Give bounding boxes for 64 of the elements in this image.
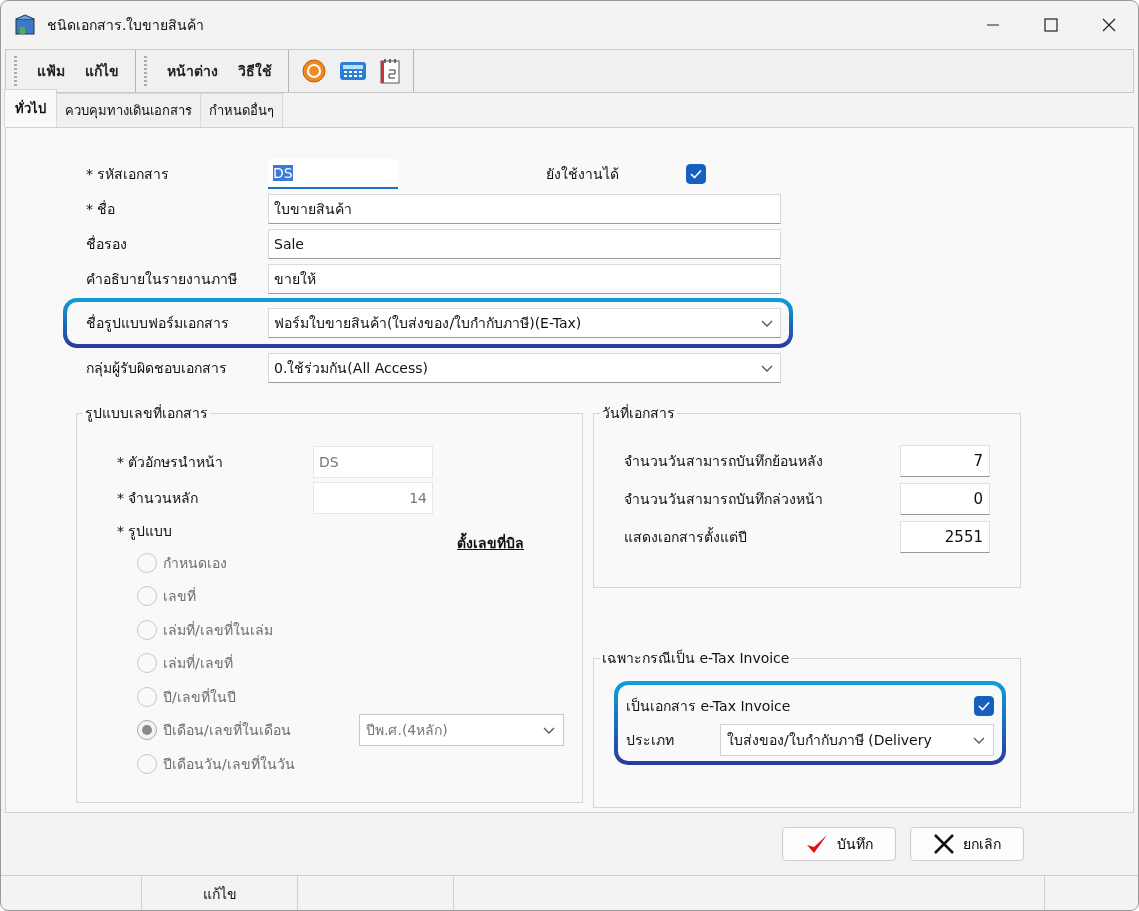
dropdown[interactable]: ใบส่งของ/ใบกำกับภาษี (Delivery [720,724,994,756]
calendar-icon[interactable] [379,58,401,84]
window-title: ชนิดเอกสาร.ใบขายสินค้า [47,16,206,35]
input-field: 14 [313,482,433,514]
field-label: กลุ่มผู้รับผิดชอบเอกสาร [86,358,228,379]
radio-button[interactable] [137,552,157,573]
link[interactable]: ตั้งเลขที่บิล [457,532,524,554]
menu-item[interactable]: แฟ้ม [37,58,65,84]
field-label: * รูปแบบ [117,522,174,542]
status-text: แก้ไข [202,885,237,904]
close-icon [933,833,955,855]
field-label: ชื่อรูปแบบฟอร์มเอกสาร [86,313,230,334]
field-label: เป็นเอกสาร e-Tax Invoice [626,696,791,716]
tab[interactable]: ทั่วไป [4,89,57,127]
option-label: เล่มที่/เลขที่ในเล่ม [163,620,274,640]
field-label: * รหัสเอกสาร [86,164,171,184]
menu-item[interactable]: แก้ไข [85,58,119,84]
input-field[interactable]: ขายให้ [268,263,781,294]
input-field[interactable]: Sale [268,228,781,259]
maximize-icon[interactable] [1044,18,1058,32]
field-label: จำนวนวันสามารถบันทึกล่วงหน้า [624,490,824,509]
option-label: ปีเดือน/เลขที่ในเดือน [163,720,292,741]
radio-button[interactable] [137,586,157,607]
radio-button[interactable] [137,653,157,674]
radio-button[interactable] [137,753,157,774]
option-label: ปี/เลขที่ในปี [163,687,237,707]
input-field[interactable]: ใบขายสินค้า [268,193,781,224]
input-field: DS [313,446,433,478]
field-label: แสดงเอกสารตั้งแต่ปี [624,526,748,547]
check-icon [978,701,990,711]
checkbox[interactable] [974,696,994,716]
field-label: * ตัวอักษรนำหน้า [117,453,225,472]
input-field[interactable]: DS [268,158,398,189]
field-label: * ชื่อ [86,199,117,219]
group-title: รูปแบบเลขที่เอกสาร [83,404,210,422]
building-icon [13,13,37,37]
field-label: คำอธิบายในรายงานภาษี [86,269,238,289]
radio-button[interactable] [137,619,157,640]
menu-item[interactable]: หน้าต่าง [167,58,218,84]
option-label: เลขที่ [163,586,197,607]
cancel-button[interactable]: ยกเลิก [910,827,1024,861]
field-label: ชื่อรอง [86,234,128,254]
input-field[interactable]: 7 [900,445,990,477]
input-field[interactable]: 2551 [900,521,990,553]
dropdown[interactable]: ฟอร์มใบขายสินค้า(ใบส่งของ/ใบกำกับภาษี)(E-Tax) [268,308,781,338]
field-label: ยังใช้งานได้ [546,164,620,184]
tab[interactable]: กำหนดอื่นๆ [200,93,283,127]
option-label: เล่มที่/เลขที่ [163,653,234,674]
option-label: ปีเดือนวัน/เลขที่ในวัน [163,754,296,774]
dropdown[interactable]: 0.ใช้ร่วมกัน(All Access) [268,352,781,383]
close-icon[interactable] [1102,18,1116,32]
checkbox[interactable] [686,163,706,184]
radio-button[interactable] [137,720,157,741]
field-label: จำนวนวันสามารถบันทึกย้อนหลัง [624,452,824,471]
menu-item[interactable]: วิธีใช้ [238,58,272,84]
radio-button[interactable] [137,686,157,707]
input-field[interactable]: 0 [900,483,990,515]
field-label: ประเภท [626,731,674,750]
field-label: * จำนวนหลัก [117,489,200,508]
option-label: กำหนดเอง [163,553,228,573]
save-button[interactable]: บันทึก [782,827,896,861]
check-icon [805,833,829,855]
check-icon [690,168,702,179]
calculator-icon[interactable] [339,60,367,82]
